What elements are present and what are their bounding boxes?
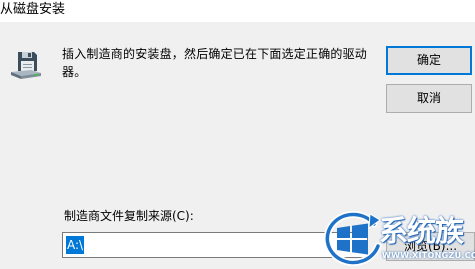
source-path-label: 制造商文件复制来源(C): [64, 209, 194, 223]
watermark-brand-text: 系统族 [379, 214, 464, 248]
watermark-url-text: WWW.XITONGZU.COM [382, 251, 475, 260]
ok-button[interactable]: 确定 [386, 46, 472, 75]
instruction-message: 插入制造商的安装盘，然后确定已在下面选定正确的驱动器。 [62, 47, 368, 79]
window-title: 从磁盘安装 [0, 2, 66, 17]
windows-logo-icon [323, 211, 382, 266]
site-watermark: 系统族 WWW.XITONGZU.COM [322, 210, 475, 269]
floppy-disk-icon [11, 52, 41, 79]
cancel-button[interactable]: 取消 [386, 84, 472, 113]
source-path-value: A:\ [66, 236, 85, 254]
title-bar: 从磁盘安装 [0, 0, 475, 22]
